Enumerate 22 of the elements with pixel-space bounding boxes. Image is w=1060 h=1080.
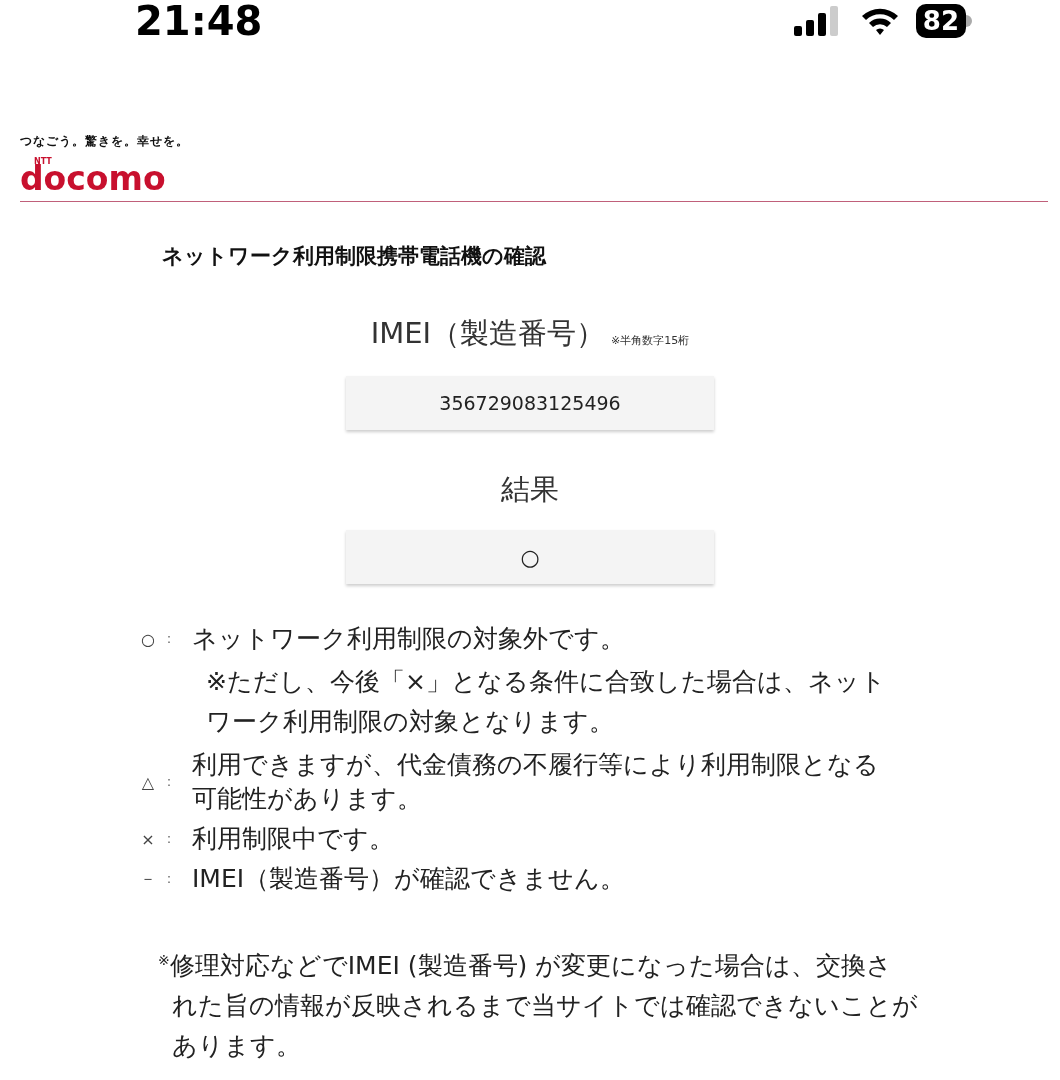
- field-label: IMEI（製造番号）: [370, 315, 606, 352]
- separator: ：: [162, 773, 177, 791]
- legend-text: IMEI（製造番号）が確認できません。: [192, 863, 627, 895]
- result-label: 結果: [501, 471, 559, 508]
- result-field: ○: [346, 530, 714, 584]
- tagline: つなごう。驚きを。幸せを。: [20, 133, 189, 150]
- legend-note: ※ただし、今後「×」となる条件に合致した場合は、ネットワーク利用制限の対象となります。: [206, 666, 886, 738]
- imei-field[interactable]: 356729083125496: [346, 376, 714, 430]
- separator: ：: [162, 870, 177, 888]
- footnote-text: $^{※}$修理対応などでIMEI (製造番号) が変更になった場合は、交換された旨の情報が反映されるまで当サイトでは確認できないことがあります。: [158, 950, 918, 1063]
- legend-text: 利用できますが、代金債務の不履行等により利用制限となる可能性があります。: [192, 749, 880, 815]
- status-symbol: －: [139, 868, 157, 890]
- separator: ：: [162, 830, 177, 848]
- status-symbol: ○: [140, 629, 156, 649]
- separator: ：: [162, 630, 177, 648]
- status-symbol: ×: [140, 829, 156, 849]
- legend-text: ネットワーク利用制限の対象外です。: [192, 623, 626, 655]
- clock-time: 21:48: [135, 0, 263, 44]
- legend-text: 利用制限中です。: [192, 823, 395, 855]
- page-title: ネットワーク利用制限携帯電話機の確認: [162, 243, 546, 270]
- field-hint: ※半角数字15桁: [611, 333, 690, 348]
- status-symbol: △: [140, 772, 156, 792]
